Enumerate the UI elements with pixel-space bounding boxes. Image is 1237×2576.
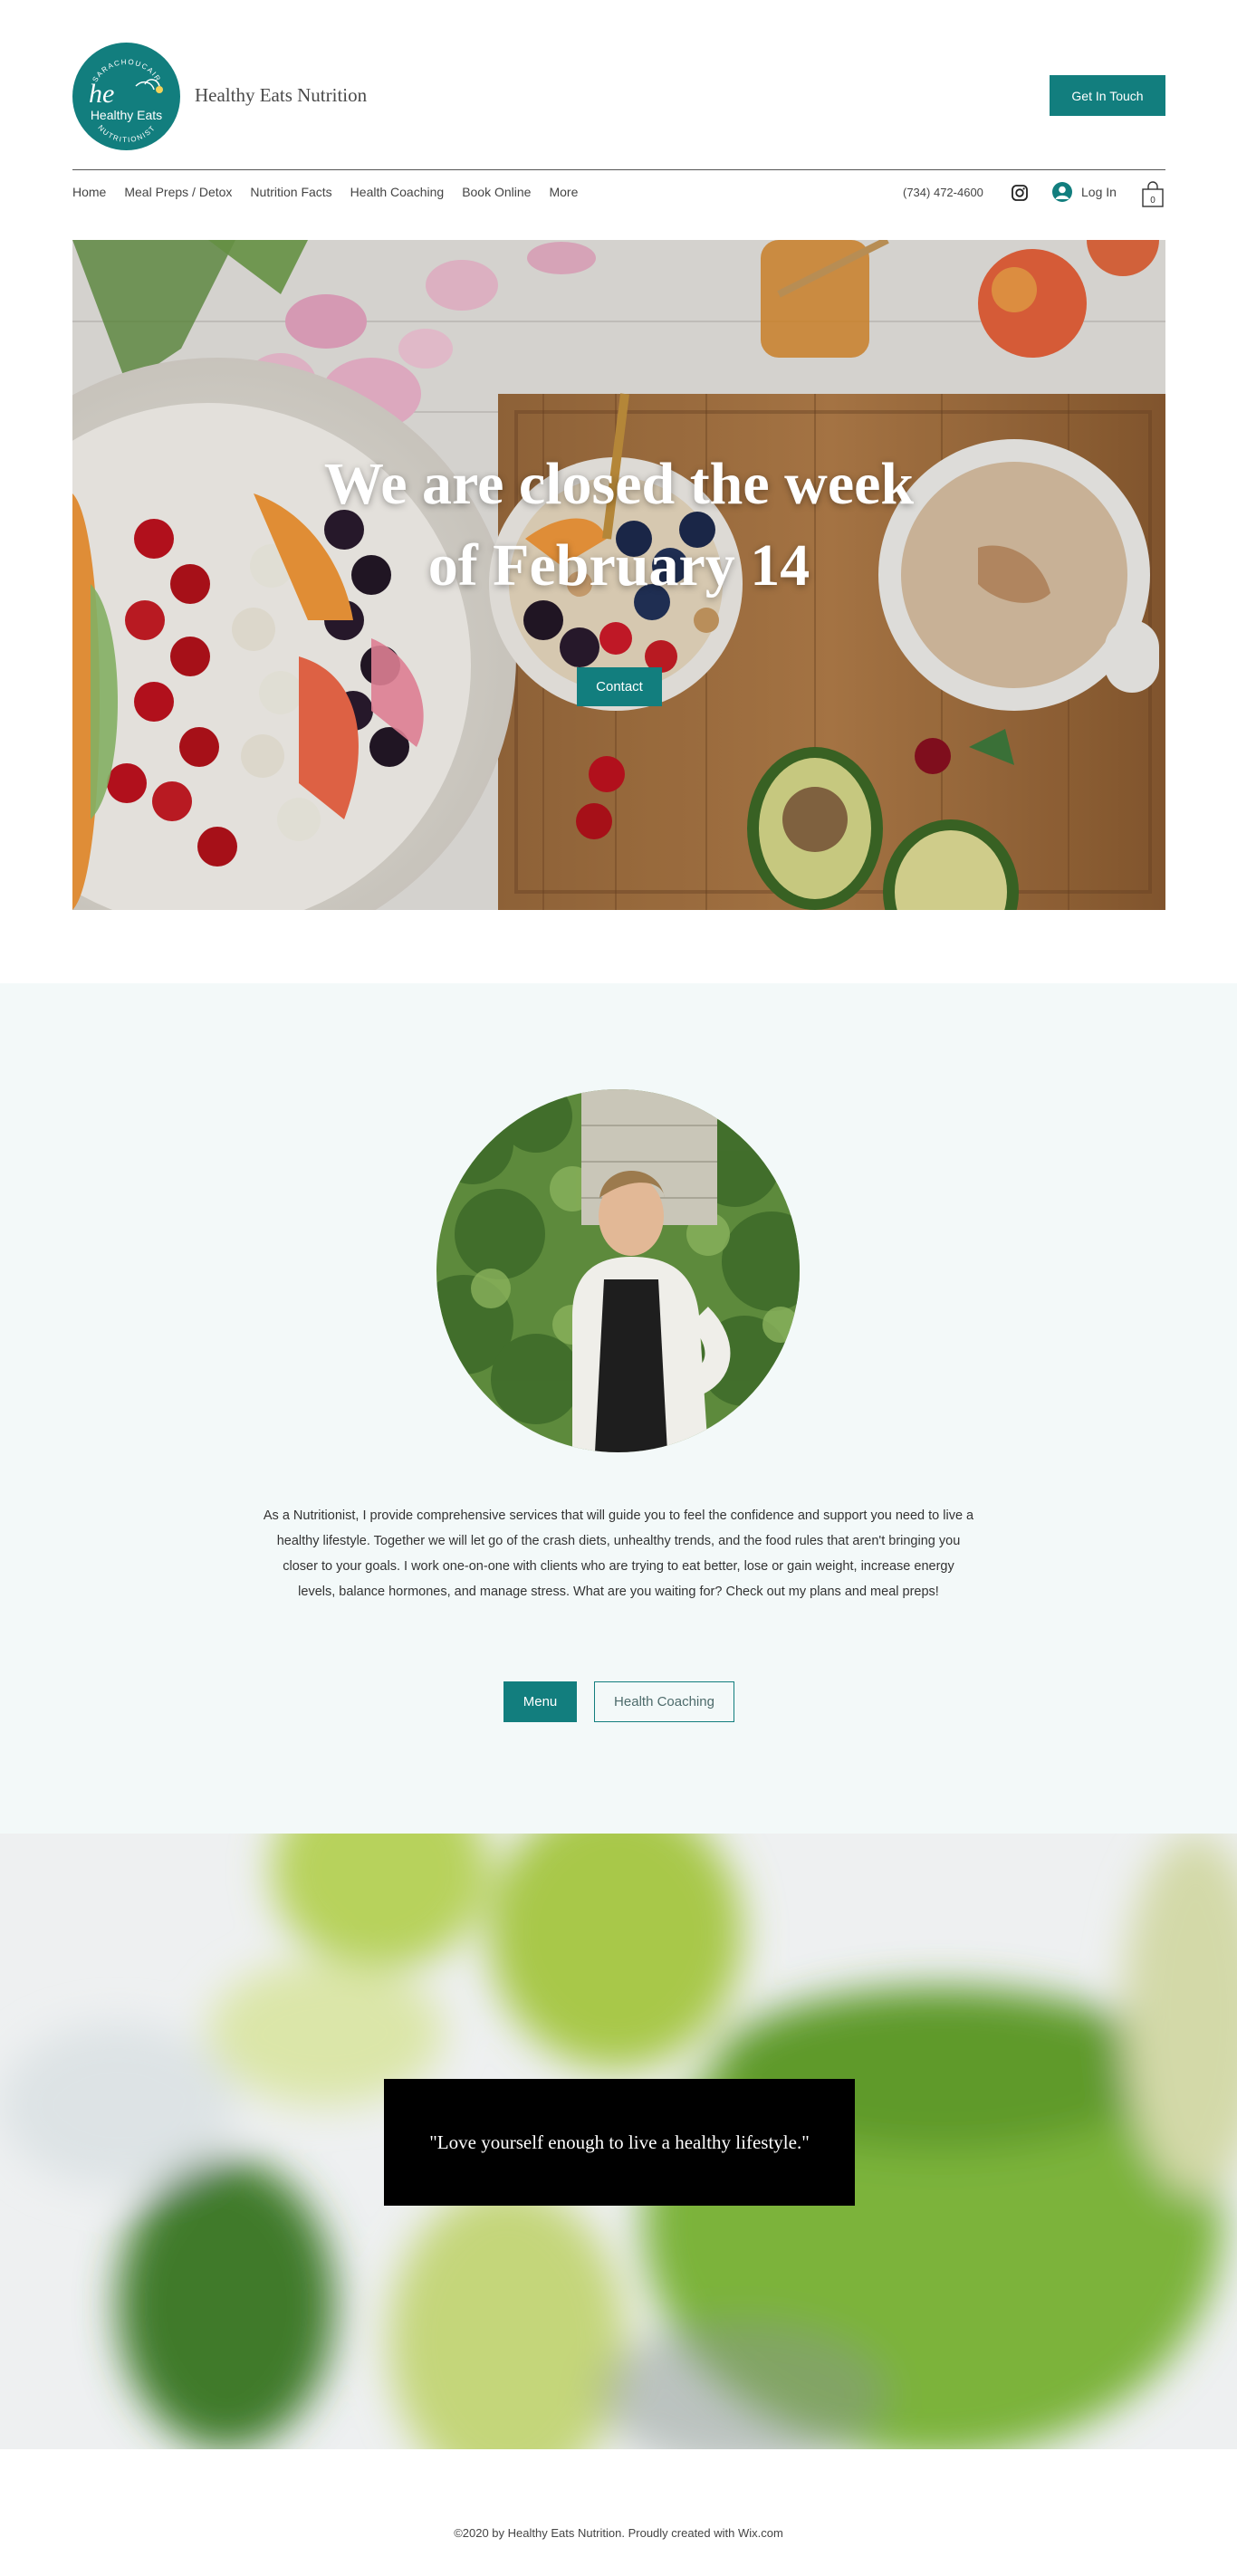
main-nav: Home Meal Preps / Detox Nutrition Facts … <box>72 185 578 199</box>
footer-text: ©2020 by Healthy Eats Nutrition. Proudly… <box>454 2526 783 2540</box>
login-label: Log In <box>1081 185 1117 199</box>
nav-item-nutrition-facts[interactable]: Nutrition Facts <box>250 185 331 199</box>
logo-emblem-icon: SARACHOUCAIR NUTRITIONIST he <box>89 58 163 144</box>
logo-bottom-text: NUTRITIONIST <box>96 123 156 144</box>
user-avatar-icon <box>1052 182 1072 202</box>
nav-item-health-coaching[interactable]: Health Coaching <box>350 185 445 199</box>
hero-title-line1: We are closed the week <box>323 451 915 517</box>
about-section: As a Nutritionist, I provide comprehensi… <box>0 983 1237 1834</box>
cart-icon[interactable]: 0 <box>1141 181 1165 208</box>
get-in-touch-button[interactable]: Get In Touch <box>1050 75 1165 116</box>
nav-item-book-online[interactable]: Book Online <box>462 185 531 199</box>
logo-initials: he <box>89 79 114 109</box>
hero-title: We are closed the week of February 14 <box>72 444 1165 607</box>
hero-banner: We are closed the week of February 14 Co… <box>72 240 1165 910</box>
quote-text: "Love yourself enough to live a healthy … <box>429 2131 810 2153</box>
portrait-photo <box>436 1089 800 1452</box>
nav-item-home[interactable]: Home <box>72 185 106 199</box>
quote-band: "Love yourself enough to live a healthy … <box>0 1834 1237 2449</box>
cart-count: 0 <box>1150 196 1155 206</box>
phone-number[interactable]: (734) 472-4600 <box>903 186 983 199</box>
logo[interactable]: SARACHOUCAIR NUTRITIONIST he Healthy Eat… <box>72 43 180 150</box>
login-button[interactable]: Log In <box>1052 182 1117 202</box>
svg-text:NUTRITIONIST: NUTRITIONIST <box>96 123 157 144</box>
health-coaching-button[interactable]: Health Coaching <box>594 1681 734 1722</box>
instagram-icon[interactable] <box>1011 184 1029 202</box>
hero-title-line2: of February 14 <box>427 532 810 599</box>
nutritionist-portrait <box>436 1089 800 1452</box>
nav-divider <box>72 169 1165 170</box>
contact-button[interactable]: Contact <box>577 667 662 706</box>
about-text: As a Nutritionist, I provide comprehensi… <box>263 1508 974 1599</box>
menu-button[interactable]: Menu <box>503 1681 577 1722</box>
nav-item-more[interactable]: More <box>549 185 578 199</box>
logo-name: Healthy Eats <box>90 108 163 122</box>
brand-title[interactable]: Healthy Eats Nutrition <box>195 84 367 107</box>
nav-item-meal-preps[interactable]: Meal Preps / Detox <box>124 185 232 199</box>
quote-box: "Love yourself enough to live a healthy … <box>384 2079 855 2206</box>
